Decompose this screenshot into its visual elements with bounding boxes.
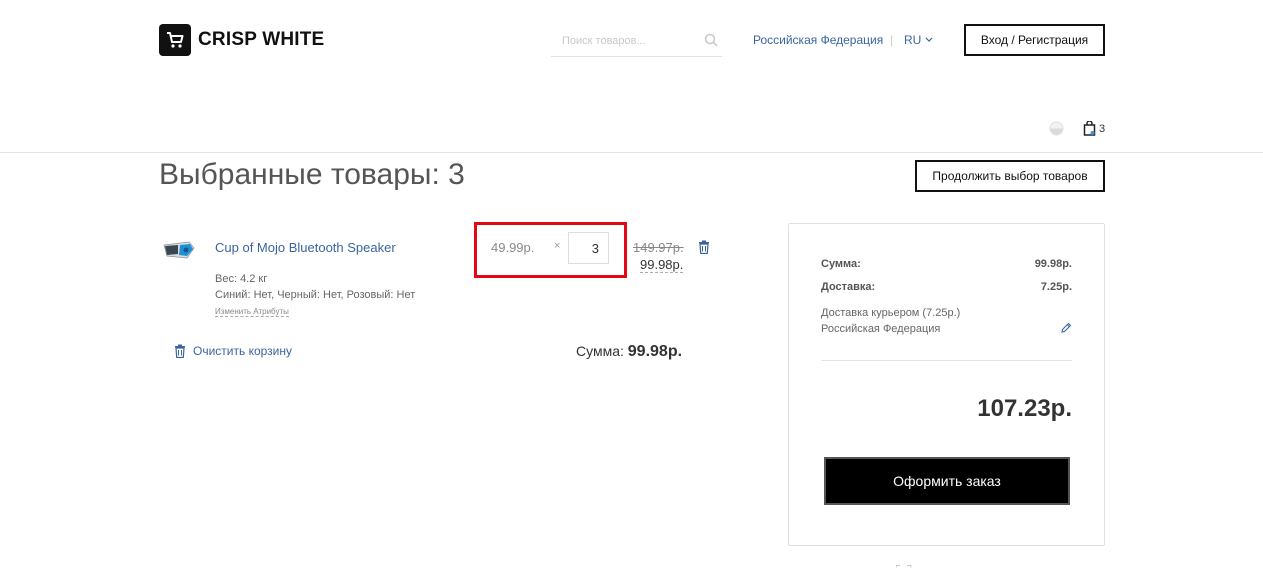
- delivery-region: Российская Федерация: [821, 323, 941, 335]
- change-attributes-link[interactable]: Изменить Атрибуты: [215, 307, 289, 317]
- delivery-method: Доставка курьером (7.25р.): [821, 307, 961, 319]
- language-selector[interactable]: RU: [904, 33, 933, 47]
- header-separator: |: [890, 33, 894, 47]
- summary-sum-value: 99.98р.: [1034, 258, 1072, 270]
- product-name-link[interactable]: Cup of Mojo Bluetooth Speaker: [215, 240, 396, 255]
- product-attributes: Синий: Нет, Черный: Нет, Розовый: Нет: [215, 289, 416, 301]
- cut-off-text-fragment: ⌐ ¬: [896, 562, 914, 568]
- page-title: Выбранные товары: 3: [159, 158, 465, 191]
- summary-sum-label: Сумма:: [821, 258, 861, 270]
- summary-delivery-label: Доставка:: [821, 281, 876, 293]
- cart-logo-icon: [159, 24, 191, 56]
- unit-price: 49.99р.: [491, 240, 535, 255]
- chevron-down-icon: [925, 37, 933, 42]
- order-summary: Сумма: 99.98р. Доставка: 7.25р. Доставка…: [788, 223, 1105, 546]
- product-image[interactable]: [163, 239, 195, 266]
- summary-sum-row: Сумма: 99.98р.: [821, 258, 1072, 270]
- subtotal-value: 99.98р.: [627, 343, 683, 360]
- line-total: 99.98р.: [640, 257, 684, 273]
- clear-cart-button[interactable]: Очистить корзину: [174, 344, 292, 358]
- shopping-bag-icon: [1083, 121, 1096, 136]
- summary-delivery-row: Доставка: 7.25р.: [821, 281, 1072, 293]
- search-icon[interactable]: [704, 33, 718, 52]
- trash-icon: [699, 240, 709, 255]
- header-divider: [0, 152, 1263, 153]
- language-label: RU: [904, 33, 922, 47]
- cart-count: 3: [1099, 122, 1106, 135]
- logo-text: CRISP WHITE: [198, 29, 325, 50]
- multiply-sign: ×: [554, 240, 561, 252]
- compare-icon[interactable]: [1049, 121, 1064, 141]
- summary-delivery-value: 7.25р.: [1040, 281, 1072, 293]
- login-button[interactable]: Вход / Регистрация: [964, 24, 1105, 56]
- clear-cart-label: Очистить корзину: [193, 344, 292, 358]
- cart-widget[interactable]: 3: [1083, 121, 1105, 136]
- remove-item-button[interactable]: [698, 240, 710, 259]
- logo[interactable]: CRISP WHITE: [159, 24, 324, 56]
- trash-icon: [175, 344, 185, 358]
- product-weight: Вес: 4.2 кг: [215, 273, 268, 285]
- order-total: 107.23р.: [977, 395, 1072, 422]
- quantity-input[interactable]: [568, 232, 609, 264]
- pencil-icon[interactable]: [1060, 321, 1072, 339]
- continue-shopping-button[interactable]: Продолжить выбор товаров: [915, 160, 1105, 192]
- summary-divider: [821, 360, 1072, 361]
- cart-subtotal: Сумма: 99.98р.: [576, 343, 682, 361]
- old-price: 149.97р.: [633, 240, 684, 255]
- region-selector[interactable]: Российская Федерация: [753, 33, 883, 47]
- search-box: [551, 26, 722, 57]
- search-input[interactable]: [551, 26, 691, 55]
- delivery-details: Доставка курьером (7.25р.) Российская Фе…: [821, 305, 960, 337]
- checkout-button[interactable]: Оформить заказ: [824, 457, 1070, 505]
- subtotal-label: Сумма:: [576, 343, 624, 359]
